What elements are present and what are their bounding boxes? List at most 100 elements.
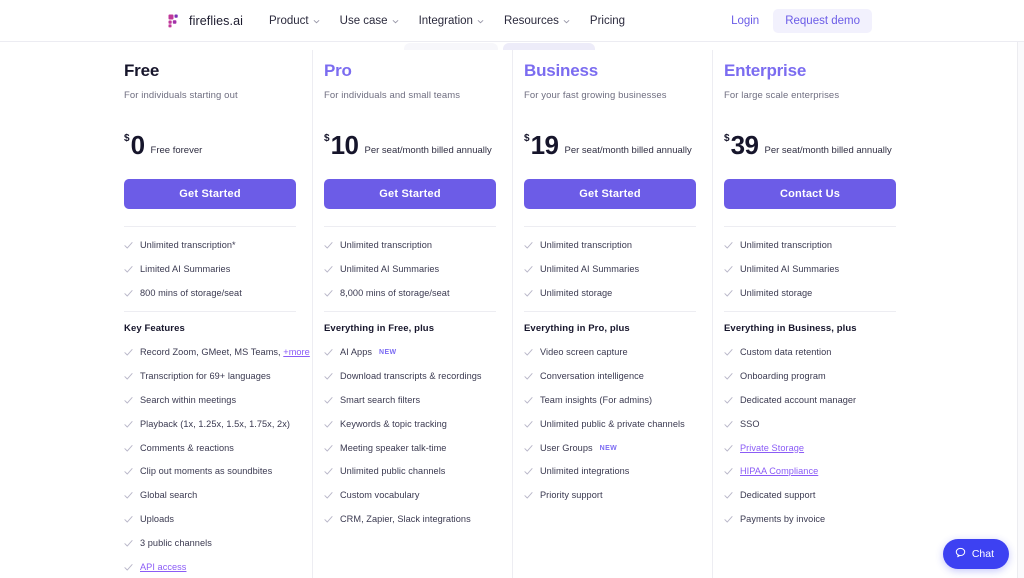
nav-item-product[interactable]: Product: [269, 15, 320, 27]
feature-label: Keywords & topic tracking: [340, 418, 447, 429]
feature-label: Unlimited integrations: [540, 466, 630, 477]
plan-price: $19 Per seat/month billed annually: [524, 128, 696, 158]
feature-item: Global search: [124, 490, 296, 502]
feature-label: Priority support: [540, 490, 603, 501]
check-icon: [124, 467, 133, 476]
feature-item[interactable]: Private Storage: [724, 443, 896, 455]
currency-symbol: $: [324, 133, 330, 144]
feature-item: Conversation intelligence: [524, 371, 696, 383]
plan-feature-section: Everything in Pro, plus Video screen capt…: [524, 311, 696, 501]
nav-actions: Login Request demo: [731, 8, 872, 33]
pricing-plans-grid: Free For individuals starting out $0 Free f…: [112, 50, 912, 578]
feature-label: Unlimited storage: [540, 287, 613, 298]
check-icon: [324, 467, 333, 476]
feature-item: Search within meetings: [124, 395, 296, 407]
brand-name: fireflies.ai: [189, 13, 243, 28]
request-demo-button[interactable]: Request demo: [773, 8, 872, 33]
feature-label: Custom vocabulary: [340, 490, 420, 501]
feature-label: Meeting speaker talk-time: [340, 442, 447, 453]
plan-title: Business: [524, 61, 598, 80]
nav-links: Product Use case Integration Resources P…: [269, 15, 625, 27]
feature-item[interactable]: HIPAA Compliance: [724, 466, 896, 478]
feature-label: 3 public channels: [140, 537, 212, 548]
feature-item: SSO: [724, 419, 896, 431]
feature-item: Unlimited AI Summaries: [724, 264, 896, 276]
check-icon: [524, 396, 533, 405]
nav-item-pricing-label: Pricing: [589, 14, 626, 27]
divider: [324, 226, 496, 227]
check-icon: [524, 289, 533, 298]
feature-label: SSO: [740, 418, 760, 429]
check-icon: [724, 241, 733, 250]
check-icon: [724, 372, 733, 381]
feature-item: Playback (1x, 1.25x, 1.5x, 1.75x, 2x): [124, 419, 296, 431]
feature-label: 8,000 mins of storage/seat: [340, 287, 450, 298]
feature-label: CRM, Zapier, Slack integrations: [340, 513, 471, 524]
feature-item: Unlimited transcription*: [124, 240, 296, 252]
nav-item-resources[interactable]: Resources: [504, 15, 570, 27]
feature-section-title: Everything in Business, plus: [724, 323, 857, 335]
feature-item: Unlimited AI Summaries: [324, 264, 496, 276]
login-link[interactable]: Login: [731, 15, 759, 27]
plan-features: Custom data retention Onboarding program D…: [724, 347, 896, 525]
feature-item: Uploads: [124, 514, 296, 526]
plan-feature-section: Key Features Record Zoom, GMeet, MS Teams…: [124, 311, 310, 578]
nav-item-use-case[interactable]: Use case: [340, 15, 399, 27]
feature-link[interactable]: HIPAA Compliance: [740, 466, 818, 476]
price-amount: 39: [730, 130, 759, 160]
nav-item-integration[interactable]: Integration: [419, 15, 484, 27]
feature-item: Smart search filters: [324, 395, 496, 407]
check-icon: [124, 491, 133, 500]
feature-item: Team insights (For admins): [524, 395, 696, 407]
check-icon: [124, 241, 133, 250]
feature-label: Unlimited transcription: [340, 240, 433, 250]
check-icon: [524, 265, 533, 274]
check-icon: [124, 420, 133, 429]
feature-item[interactable]: API access: [124, 562, 296, 574]
feature-label: Search within meetings: [140, 394, 237, 405]
feature-label: Comments & reactions: [140, 442, 234, 453]
check-icon: [124, 348, 133, 357]
plan-cta-button[interactable]: Get Started: [524, 179, 696, 209]
check-icon: [524, 491, 533, 500]
page-right-edge: [1017, 0, 1024, 578]
chat-widget-button[interactable]: Chat: [942, 539, 1009, 569]
feature-label: Unlimited AI Summaries: [340, 263, 440, 274]
plan-cta-button[interactable]: Get Started: [124, 179, 296, 209]
feature-label: Custom data retention: [740, 347, 832, 358]
plan-cta-button[interactable]: Contact Us: [724, 179, 896, 209]
check-icon: [724, 348, 733, 357]
feature-item: 800 mins of storage/seat: [124, 288, 296, 300]
feature-label: Unlimited AI Summaries: [740, 263, 840, 274]
check-icon: [324, 515, 333, 524]
plan-features: Record Zoom, GMeet, MS Teams, +more Trans…: [124, 347, 310, 578]
check-icon: [524, 467, 533, 476]
feature-item: Unlimited storage: [524, 288, 696, 300]
brand-logo[interactable]: fireflies.ai: [168, 14, 243, 28]
check-icon: [124, 515, 133, 524]
feature-label: Team insights (For admins): [540, 394, 653, 405]
feature-item: Video screen capture: [524, 347, 696, 359]
feature-item: Dedicated account manager: [724, 395, 896, 407]
feature-link[interactable]: +more: [283, 347, 310, 357]
divider: [324, 311, 496, 313]
plan-cta-button[interactable]: Get Started: [324, 179, 496, 209]
check-icon: [324, 289, 333, 298]
pricing-page: fireflies.ai Product Use case Integratio: [0, 0, 1024, 578]
plan-column-business: Business For your fast growing businesses…: [512, 50, 712, 578]
feature-label: Global search: [140, 490, 198, 501]
feature-item: Custom data retention: [724, 347, 896, 359]
feature-link[interactable]: API access: [140, 562, 186, 572]
feature-label: Download transcripts & recordings: [340, 371, 482, 382]
feature-item: Unlimited AI Summaries: [524, 264, 696, 276]
chevron-down-icon: [563, 16, 570, 24]
feature-item[interactable]: Record Zoom, GMeet, MS Teams, +more: [124, 347, 310, 359]
nav-item-pricing[interactable]: Pricing: [590, 15, 625, 27]
check-icon: [324, 396, 333, 405]
feature-label: Transcription for 69+ languages: [140, 371, 271, 382]
chat-bubble-icon: [955, 547, 966, 561]
check-icon: [124, 444, 133, 453]
feature-item: Unlimited transcription: [724, 240, 896, 252]
feature-link[interactable]: Private Storage: [740, 443, 804, 453]
divider: [524, 311, 696, 313]
